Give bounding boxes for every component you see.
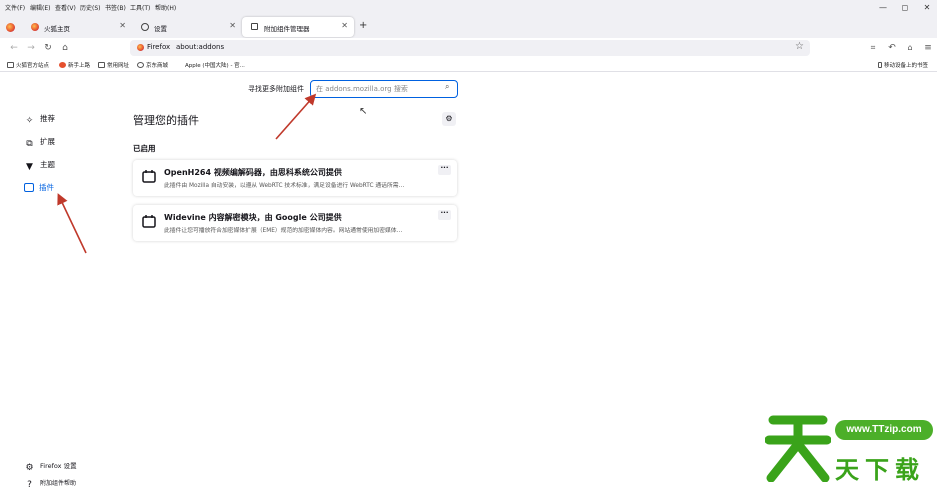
watermark-text: 天下载 bbox=[835, 456, 925, 484]
watermark-logo bbox=[764, 410, 832, 483]
arrow-to-search bbox=[275, 93, 317, 140]
arrow-to-plugins bbox=[57, 193, 87, 254]
watermark-url: www.TTzip.com bbox=[835, 420, 933, 440]
